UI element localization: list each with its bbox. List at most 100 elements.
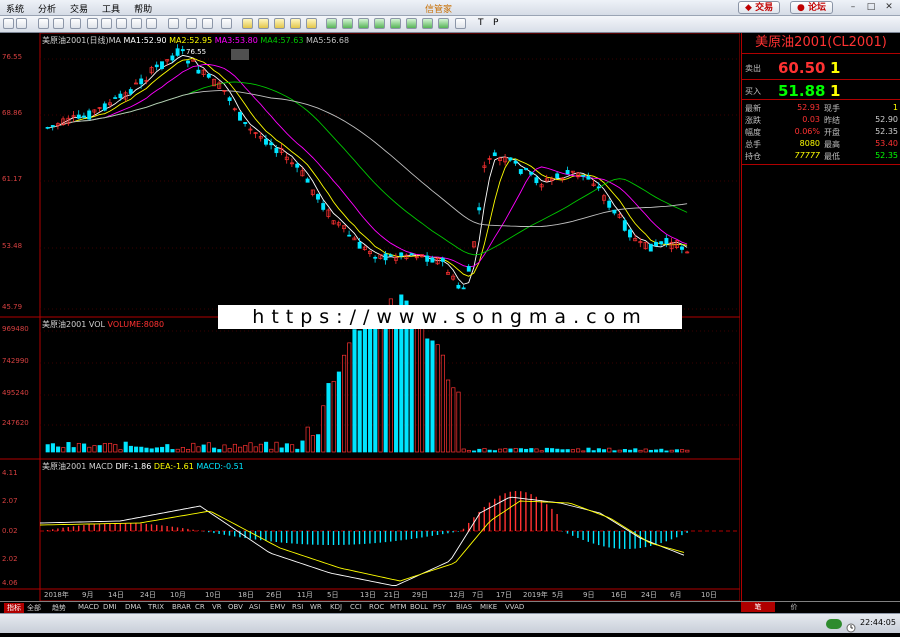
close-icon[interactable]: ✕: [884, 2, 894, 12]
volume-bar: [264, 441, 269, 453]
volume-bar: [362, 326, 367, 453]
quote-label-range: 幅度: [745, 128, 761, 137]
tab-prices[interactable]: 价: [777, 602, 811, 612]
candle-body: [680, 246, 684, 250]
date-tick: 26日: [266, 591, 282, 599]
candle-body: [175, 48, 180, 56]
maximize-icon[interactable]: □: [866, 2, 876, 12]
menu-analysis[interactable]: 分析: [38, 2, 56, 15]
volume-bar: [326, 383, 331, 453]
sell-price[interactable]: 60.50: [778, 59, 825, 77]
period-4-icon[interactable]: [290, 18, 301, 29]
home-icon[interactable]: [38, 18, 49, 29]
zoom-in-icon[interactable]: [87, 18, 98, 29]
period-7-icon[interactable]: [342, 18, 353, 29]
scroll-left-icon[interactable]: [116, 18, 127, 29]
indicator-tab-7[interactable]: BRAR: [172, 603, 191, 611]
indicator-tab-17[interactable]: ROC: [369, 603, 384, 611]
text-tool-button[interactable]: T: [478, 18, 484, 28]
indicator-tab-20[interactable]: PSY: [433, 603, 446, 611]
tool-icon[interactable]: [455, 18, 466, 29]
period-1-icon[interactable]: [242, 18, 253, 29]
zoom-out-icon[interactable]: [101, 18, 112, 29]
indicator-tab-10[interactable]: OBV: [228, 603, 243, 611]
candle-body: [409, 253, 414, 255]
quote-high: 53.40: [875, 139, 898, 148]
paint-tool-button[interactable]: P: [493, 18, 498, 28]
indicator-tab-8[interactable]: CR: [195, 603, 205, 611]
tab-trades[interactable]: 笔: [741, 602, 775, 612]
title-bar: 系统 分析 交易 工具 帮助 信管家 ◆ 交易 ● 论坛 – □ ✕: [0, 0, 900, 16]
candle-body: [612, 209, 617, 214]
period-13-icon[interactable]: [438, 18, 449, 29]
indicator-tab-5[interactable]: DMA: [125, 603, 141, 611]
buy-price[interactable]: 51.88: [778, 82, 825, 100]
buy-qty: 1: [830, 82, 841, 100]
menu-system[interactable]: 系统: [6, 2, 24, 15]
macd-tick: 4.11: [2, 469, 18, 477]
macd-tick: 0.02: [2, 527, 18, 535]
date-tick: 14日: [108, 591, 124, 599]
indicator-tab-21[interactable]: BIAS: [456, 603, 472, 611]
indicator-tab-4[interactable]: DMI: [103, 603, 117, 611]
period-12-icon[interactable]: [422, 18, 433, 29]
indicator-tab-22[interactable]: MIKE: [480, 603, 497, 611]
forward-icon[interactable]: [16, 18, 27, 29]
ma4-legend: MA4:57.63: [260, 36, 304, 45]
period-2-icon[interactable]: [258, 18, 269, 29]
indicator-tab-19[interactable]: BOLL: [410, 603, 428, 611]
indicator-tab-12[interactable]: EMV: [270, 603, 285, 611]
indicator-tab-18[interactable]: MTM: [390, 603, 406, 611]
period-8-icon[interactable]: [358, 18, 369, 29]
period-9-icon[interactable]: [374, 18, 385, 29]
period-3-icon[interactable]: [274, 18, 285, 29]
price-legend-name: 美原油2001(日线): [42, 36, 109, 45]
volume-bar: [477, 448, 482, 453]
refresh-icon[interactable]: [53, 18, 64, 29]
connection-icon: [826, 619, 842, 629]
watermark: https://www.songma.com: [218, 305, 682, 329]
indicator-tab-14[interactable]: WR: [310, 603, 322, 611]
cursor-icon[interactable]: [70, 18, 81, 29]
date-tick: 18日: [238, 591, 254, 599]
menu-tools[interactable]: 工具: [102, 2, 120, 15]
volume-bar: [648, 449, 653, 453]
trade-button[interactable]: ◆ 交易: [738, 1, 781, 14]
grid-icon[interactable]: [186, 18, 197, 29]
indicator-tab-11[interactable]: ASI: [249, 603, 260, 611]
indicator-tab-13[interactable]: RSI: [292, 603, 303, 611]
scroll-right-icon[interactable]: [131, 18, 142, 29]
indicator-tab-0[interactable]: 指标: [4, 603, 24, 613]
indicator-tab-9[interactable]: VR: [212, 603, 222, 611]
volume-bar: [550, 448, 555, 453]
period-5-icon[interactable]: [306, 18, 317, 29]
volume-bar: [425, 338, 430, 453]
back-icon[interactable]: [3, 18, 14, 29]
minimize-icon[interactable]: –: [848, 2, 858, 12]
candle-body: [534, 177, 539, 184]
period-10-icon[interactable]: [390, 18, 401, 29]
indicator-tab-2[interactable]: 趋势: [52, 603, 66, 613]
quote-label-high: 最高: [824, 140, 840, 149]
candle-body: [45, 126, 50, 129]
indicator-tab-16[interactable]: CCI: [350, 603, 362, 611]
candle-body: [321, 203, 326, 210]
indicator-tab-15[interactable]: KDJ: [330, 603, 342, 611]
menu-trade[interactable]: 交易: [70, 2, 88, 15]
menu-help[interactable]: 帮助: [134, 2, 152, 15]
indicator-tab-6[interactable]: TRIX: [148, 603, 164, 611]
trend-icon[interactable]: [221, 18, 232, 29]
cup-icon[interactable]: [168, 18, 179, 29]
indicator-tab-3[interactable]: MACD: [78, 603, 99, 611]
trade-button-label: 交易: [755, 3, 774, 13]
volume-bar: [71, 447, 76, 453]
window-icon[interactable]: [202, 18, 213, 29]
period-6-icon[interactable]: [326, 18, 337, 29]
forum-button[interactable]: ● 论坛: [790, 1, 834, 14]
volume-tick: 969480: [2, 325, 29, 333]
draw-line-icon[interactable]: [146, 18, 157, 29]
period-11-icon[interactable]: [406, 18, 417, 29]
indicator-tab-23[interactable]: VVAD: [505, 603, 524, 611]
indicator-tab-1[interactable]: 全部: [27, 603, 41, 613]
right-tabs: 笔 价: [741, 601, 900, 612]
